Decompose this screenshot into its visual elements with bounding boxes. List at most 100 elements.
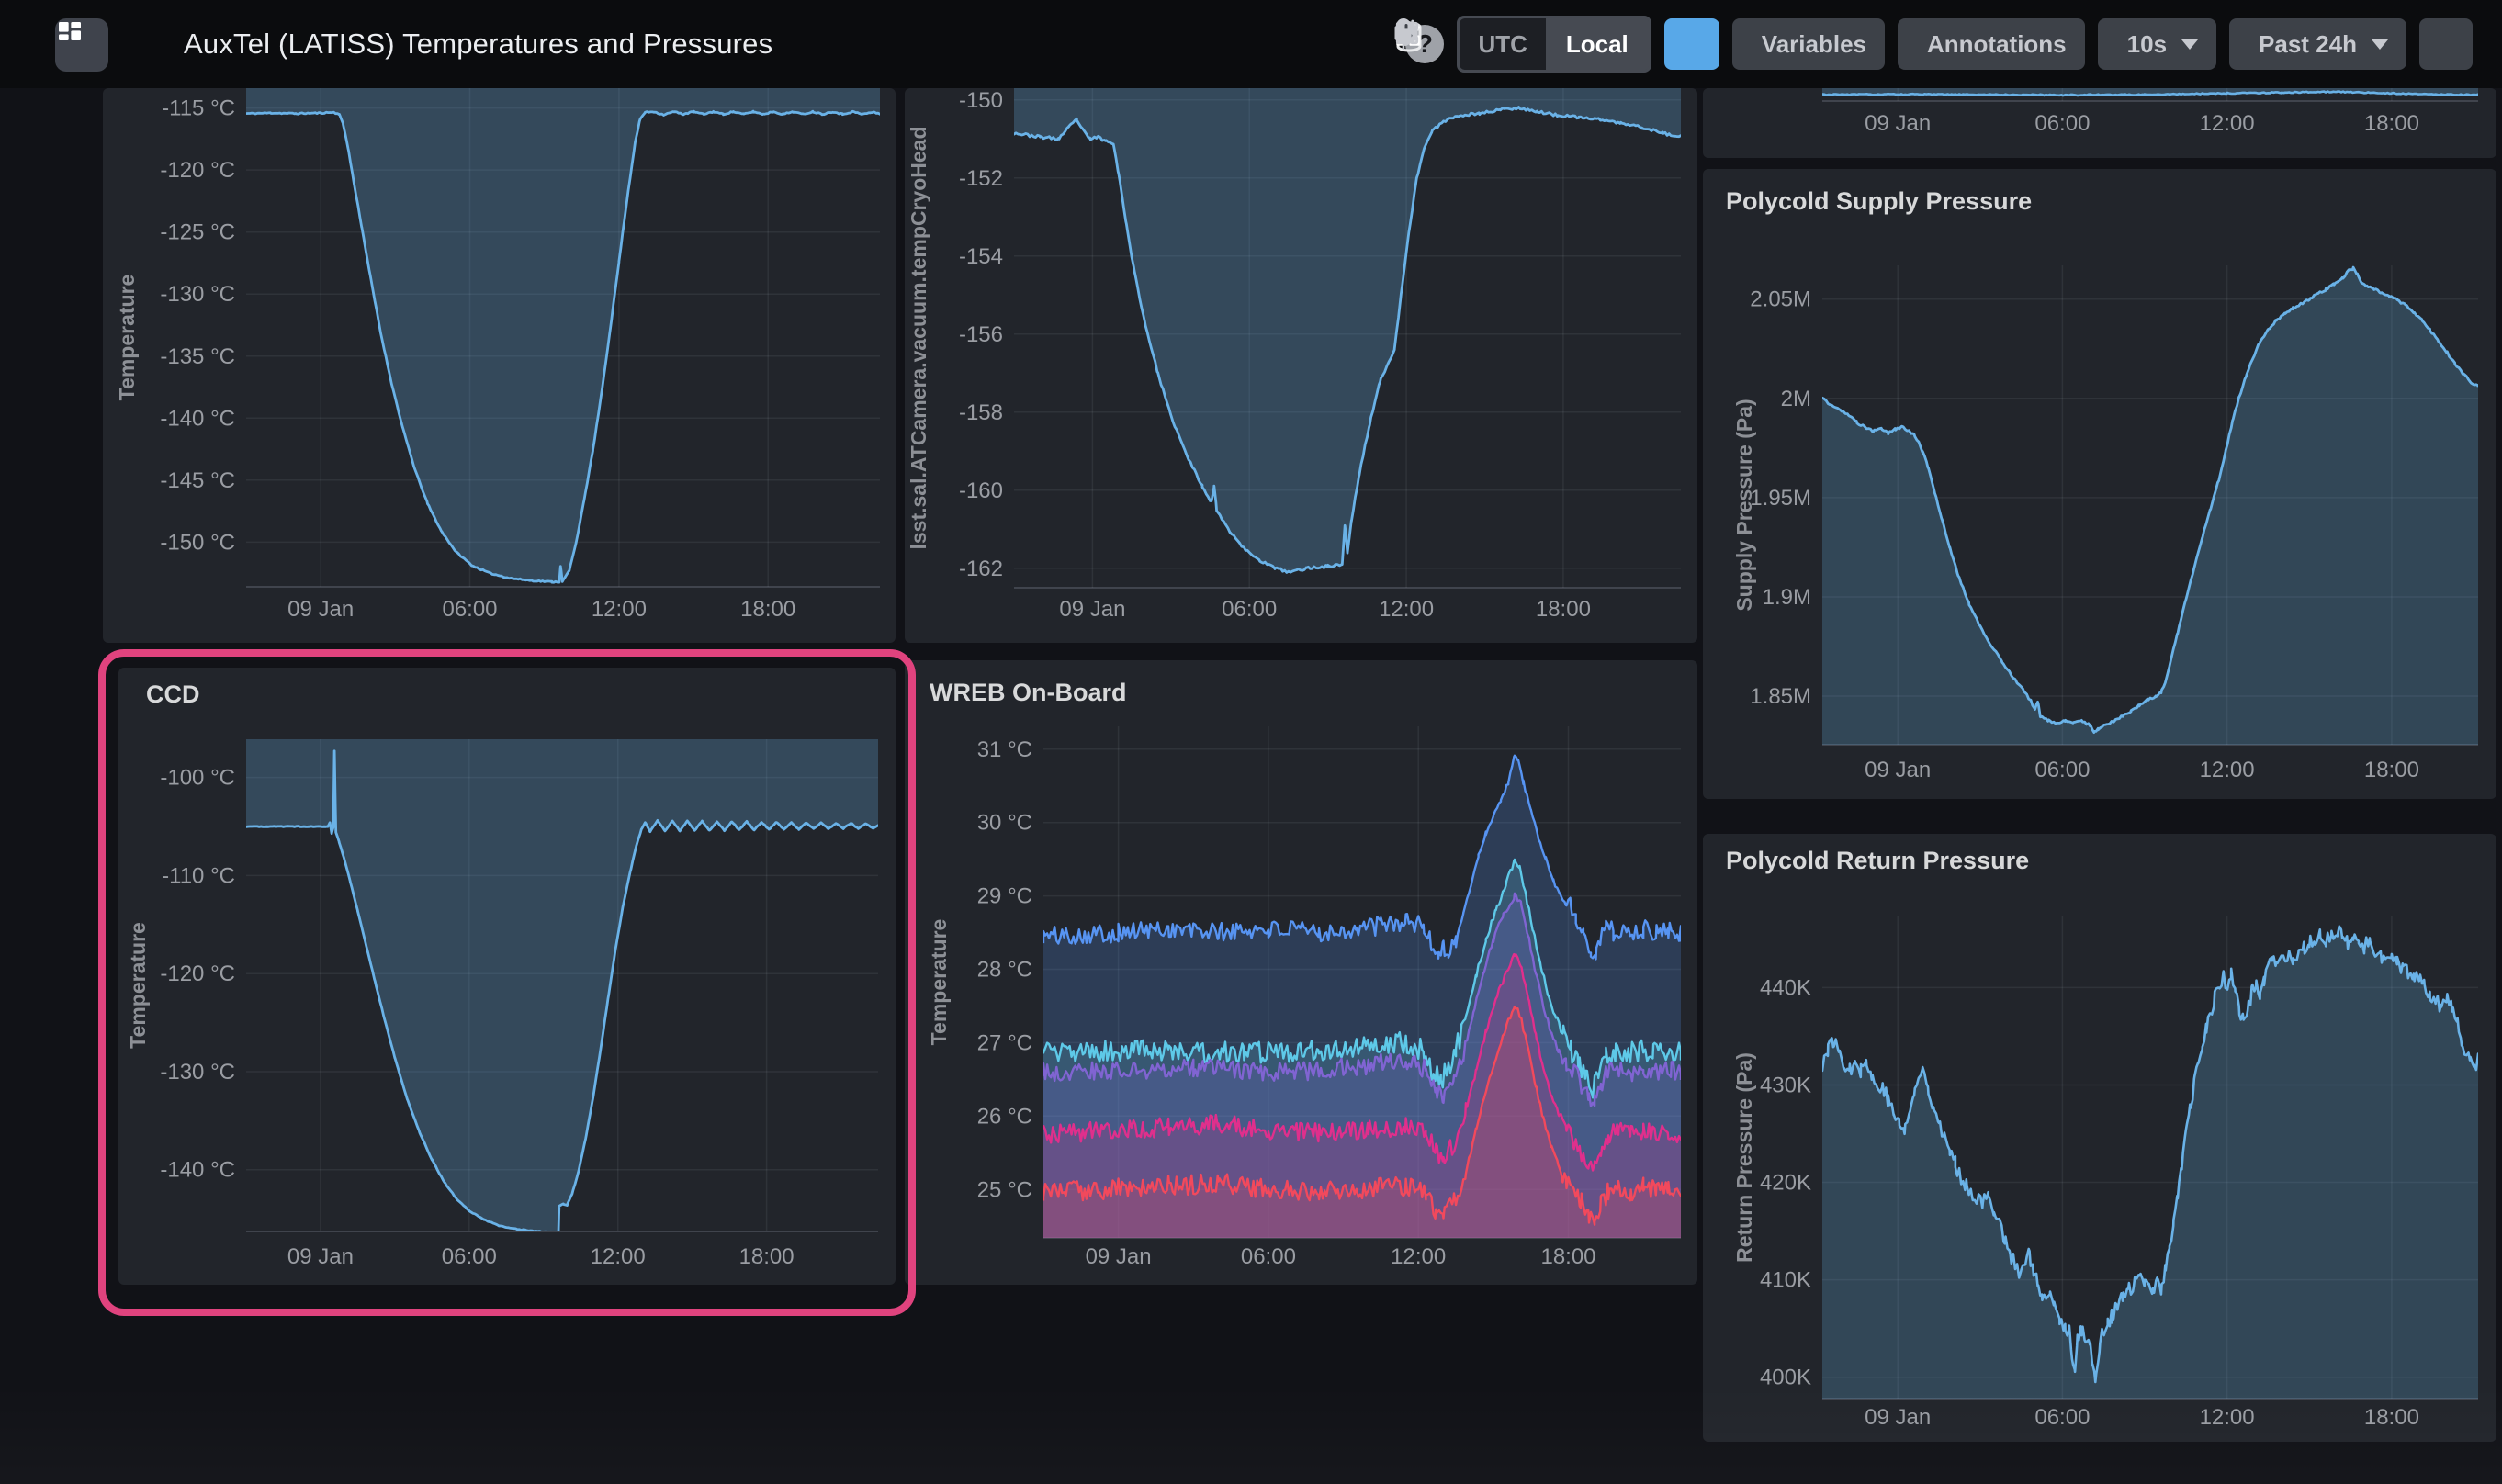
- x-tick-label: 09 Jan: [1086, 1244, 1152, 1269]
- x-tick-label: 09 Jan: [1865, 111, 1931, 136]
- y-tick-label: -160: [959, 478, 1003, 503]
- y-axis-unit-label: lsst.sal.ATCamera.vacuum.tempCryoHead: [907, 126, 930, 549]
- y-tick-label: -150: [959, 88, 1003, 113]
- x-tick-label: 09 Jan: [1865, 1405, 1931, 1430]
- apps-grid-button[interactable]: [55, 18, 108, 72]
- y-tick-label: 420K: [1760, 1171, 1811, 1196]
- y-tick-label: -162: [959, 556, 1003, 581]
- y-tick-label: 30 °C: [977, 811, 1032, 836]
- y-tick-label: 2M: [1781, 387, 1811, 411]
- y-tick-label: 26 °C: [977, 1104, 1032, 1129]
- y-tick-label: 1.95M: [1750, 486, 1811, 511]
- y-tick-label: 28 °C: [977, 958, 1032, 983]
- panel-title-wreb[interactable]: WREB On-Board: [930, 679, 1126, 707]
- header-actions: ? UTC Local: [1392, 18, 2473, 70]
- x-tick-label: 12:00: [2200, 111, 2255, 136]
- y-tick-label: -145 °C: [160, 468, 235, 493]
- x-tick-label: 12:00: [2200, 758, 2255, 782]
- time-range-button[interactable]: Past 24h: [2229, 18, 2406, 70]
- x-tick-label: 09 Jan: [1059, 597, 1125, 622]
- dashboard-header: AuxTel (LATISS) Temperatures and Pressur…: [0, 0, 2502, 88]
- y-tick-label: -125 °C: [160, 220, 235, 245]
- timezone-utc[interactable]: UTC: [1460, 18, 1545, 70]
- y-tick-label: -135 °C: [160, 344, 235, 369]
- y-tick-label: 25 °C: [977, 1177, 1032, 1202]
- y-tick-label: -150 °C: [160, 530, 235, 555]
- y-tick-label: 430K: [1760, 1073, 1811, 1097]
- x-tick-label: 06:00: [442, 597, 497, 622]
- panel-title-supply[interactable]: Polycold Supply Pressure: [1726, 187, 2032, 216]
- y-axis-unit-label: Temperature: [126, 922, 150, 1049]
- y-tick-label: -130 °C: [160, 1060, 235, 1085]
- panel-polycold-return[interactable]: Polycold Return Pressure 440K 430K 420K 410…: [1703, 834, 2496, 1442]
- chart-canvas-p3[interactable]: 09 Jan06:0012:0018:00: [1703, 88, 2496, 158]
- x-tick-label: 09 Jan: [287, 597, 354, 622]
- x-tick-label: 06:00: [442, 1244, 497, 1269]
- kiosk-mode-button[interactable]: [2419, 18, 2473, 70]
- x-tick-label: 18:00: [1540, 1244, 1595, 1269]
- x-tick-label: 06:00: [1222, 597, 1277, 622]
- y-tick-label: 400K: [1760, 1366, 1811, 1390]
- y-tick-label: -120 °C: [160, 158, 235, 183]
- x-tick-label: 06:00: [2034, 1405, 2090, 1430]
- y-tick-label: -154: [959, 244, 1003, 269]
- y-tick-label: -158: [959, 400, 1003, 425]
- y-tick-label: -110 °C: [162, 863, 235, 888]
- variables-label: Variables: [1762, 30, 1866, 59]
- x-tick-label: 18:00: [740, 597, 795, 622]
- annotations-button[interactable]: Annotations: [1898, 18, 2085, 70]
- x-tick-label: 18:00: [2364, 1405, 2419, 1430]
- chart-canvas-p1[interactable]: -115 °C -120 °C -125 °C -130 °C -135 °C -140 …: [103, 88, 896, 643]
- chart-canvas-p4[interactable]: -100 °C-110 °C-120 °C-130 °C-140 °C09 Ja…: [118, 668, 896, 1285]
- y-tick-label: 410K: [1760, 1268, 1811, 1293]
- y-tick-label: 1.9M: [1763, 585, 1811, 610]
- refresh-interval-button[interactable]: 10s: [2098, 18, 2216, 70]
- y-tick-label: -140 °C: [160, 1158, 235, 1183]
- y-axis-unit-label: Supply Pressure (Pa): [1732, 399, 1756, 611]
- chevron-down-icon: [2181, 39, 2198, 50]
- dashboard-page: AuxTel (LATISS) Temperatures and Pressur…: [0, 0, 2502, 1484]
- y-axis-unit-label: Temperature: [927, 919, 951, 1046]
- y-tick-label: -115 °C: [162, 96, 235, 121]
- y-tick-label: -152: [959, 166, 1003, 191]
- variables-button[interactable]: Variables: [1732, 18, 1885, 70]
- x-tick-label: 12:00: [592, 597, 647, 622]
- chart-canvas-p5[interactable]: 31 °C30 °C29 °C28 °C27 °C26 °C25 °C09 Ja…: [905, 660, 1697, 1285]
- y-tick-label: 1.85M: [1750, 684, 1811, 709]
- y-tick-label: -130 °C: [160, 282, 235, 307]
- chart-canvas-p2[interactable]: -150 -152 -154 -156 -158 -160 -162 09 Jan 06:00 1…: [905, 88, 1697, 643]
- y-axis-unit-label: Return Pressure (Pa): [1732, 1052, 1756, 1263]
- timezone-local[interactable]: Local: [1546, 18, 1649, 70]
- chevron-down-icon: [2372, 39, 2388, 50]
- panel-title-return[interactable]: Polycold Return Pressure: [1726, 847, 2029, 875]
- panel-wreb-onboard[interactable]: WREB On-Board 31 °C30 °C29 °C28 °C27 °C2…: [905, 660, 1697, 1285]
- panel-cut-top-right[interactable]: 09 Jan06:0012:0018:00: [1703, 88, 2496, 158]
- x-tick-label: 12:00: [1379, 597, 1434, 622]
- panel-ccd[interactable]: CCD -100 °C-110 °C-120 °C-130 °C-140 °C0…: [118, 668, 896, 1285]
- page-title: AuxTel (LATISS) Temperatures and Pressur…: [184, 0, 772, 88]
- x-tick-label: 06:00: [1241, 1244, 1296, 1269]
- x-tick-label: 18:00: [2364, 758, 2419, 782]
- y-tick-label: -140 °C: [160, 406, 235, 431]
- add-panel-button[interactable]: [1664, 18, 1719, 70]
- panel-cryo-temperature[interactable]: -115 °C -120 °C -125 °C -130 °C -135 °C -140 …: [103, 88, 896, 643]
- y-tick-label: 440K: [1760, 975, 1811, 1000]
- y-tick-label: 29 °C: [977, 884, 1032, 909]
- timezone-toggle[interactable]: UTC Local: [1457, 16, 1651, 73]
- annotations-label: Annotations: [1927, 30, 2067, 59]
- chart-canvas-p7[interactable]: 440K 430K 420K 410K 400K 09 Jan 06:00 12:00 18:0…: [1703, 834, 2496, 1442]
- y-tick-label: 31 °C: [977, 737, 1032, 762]
- x-tick-label: 06:00: [2034, 111, 2090, 136]
- y-tick-label: 2.05M: [1750, 287, 1811, 312]
- x-tick-label: 12:00: [1391, 1244, 1446, 1269]
- panel-polycold-supply[interactable]: Polycold Supply Pressure 2.05M2M1.95M1.9…: [1703, 169, 2496, 799]
- x-tick-label: 18:00: [1536, 597, 1591, 622]
- refresh-interval-label: 10s: [2127, 30, 2167, 59]
- panel-title-ccd[interactable]: CCD: [146, 680, 200, 709]
- y-tick-label: -156: [959, 322, 1003, 347]
- time-range-label: Past 24h: [2259, 30, 2357, 59]
- x-tick-label: 18:00: [739, 1244, 795, 1269]
- chart-canvas-p6[interactable]: 2.05M2M1.95M1.9M1.85M09 Jan06:0012:0018:…: [1703, 169, 2496, 799]
- x-tick-label: 12:00: [2200, 1405, 2255, 1430]
- panel-temp-cryohead[interactable]: -150 -152 -154 -156 -158 -160 -162 09 Jan 06:00 1…: [905, 88, 1697, 643]
